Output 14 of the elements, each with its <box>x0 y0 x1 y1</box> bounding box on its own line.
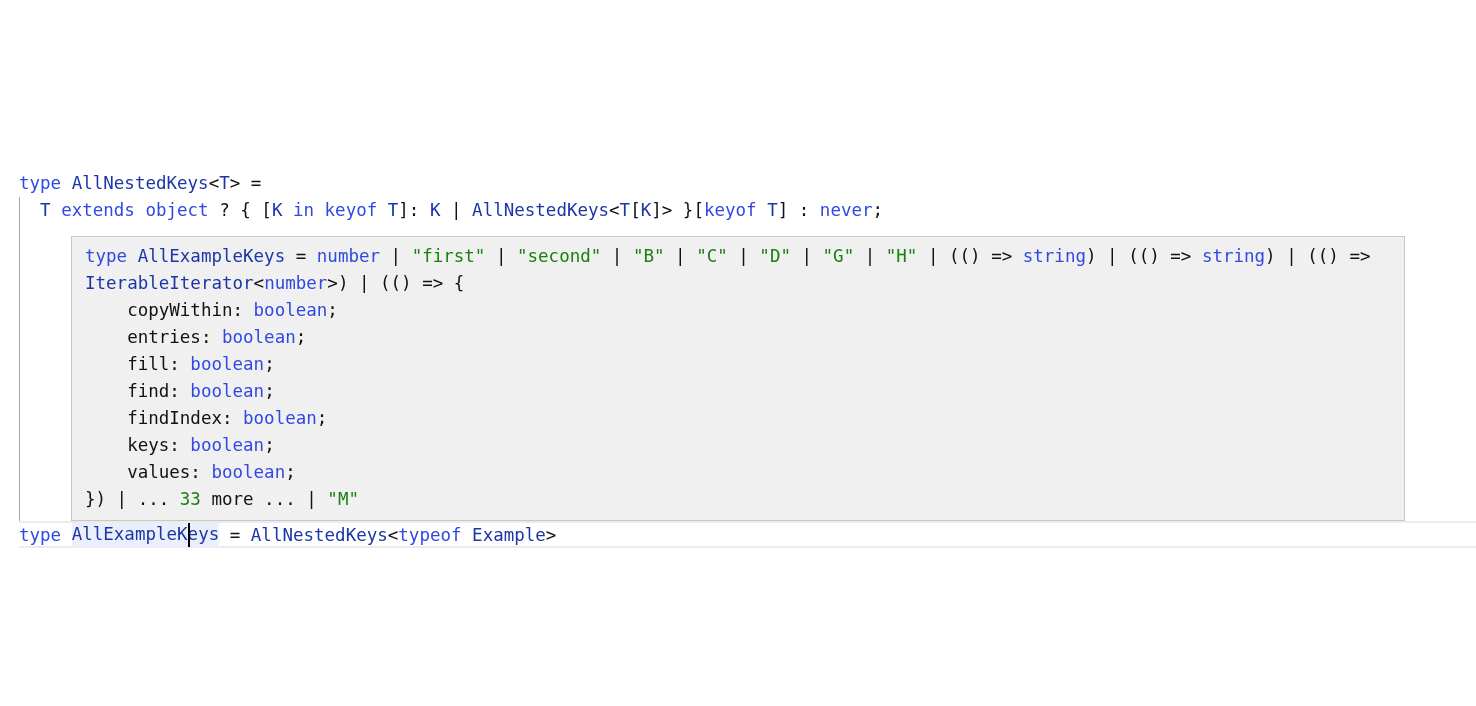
code-text: = AllNestedKeys<typeof Example> <box>228 524 557 545</box>
tooltip-line: find: boolean; <box>126 380 276 403</box>
code-line: type AllNestedKeys<T> = <box>19 172 263 195</box>
tooltip-line: findIndex: boolean; <box>126 407 329 430</box>
tooltip-line: }) | ... 33 more ... | "M" <box>85 488 360 511</box>
tooltip-line: keys: boolean; <box>126 434 276 457</box>
tooltip-line: entries: boolean; <box>126 326 308 349</box>
tooltip-line: copyWithin: boolean; <box>126 299 339 322</box>
tooltip-line: IterableIterator<number>) | (() => { <box>85 272 466 295</box>
code-text: type <box>19 524 63 545</box>
tooltip-line: fill: boolean; <box>126 353 276 376</box>
tooltip-line: values: boolean; <box>126 461 297 484</box>
code-line: T extends object ? { [K in keyof T]: K | AllNestedKeys<T[K]> }[keyof T] : never; <box>39 199 885 222</box>
tooltip-line: type AllExampleKeys = number | "first" | "second" | "B" | "C" | "D" | "G" | "H" | (() => string) | (() => string) | (() => <box>85 245 1372 268</box>
